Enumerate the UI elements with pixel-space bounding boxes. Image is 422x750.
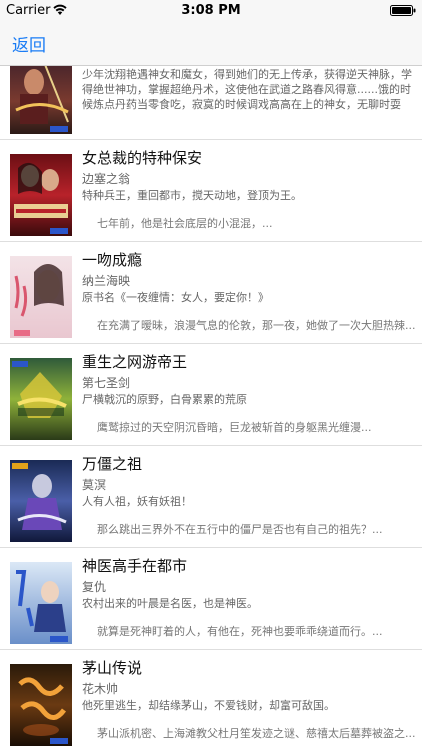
book-cover-image bbox=[10, 562, 72, 644]
book-title: 一吻成瘾 bbox=[82, 251, 143, 269]
book-list-item[interactable]: 重生之网游帝王第七圣剑尸横戟沉的原野，白骨累累的荒原鹰鹫掠过的天空阴沉昏暗，巨龙… bbox=[0, 344, 422, 446]
book-description: 原书名《一夜缠情：女人，要定你！》 bbox=[82, 291, 269, 304]
book-list-item[interactable]: 茅山传说花木帅他死里逃生，却结缘茅山，不爱钱财，却富可敌国。茅山派机密、上海滩教… bbox=[0, 650, 422, 750]
book-author: 纳兰海映 bbox=[82, 274, 131, 288]
book-excerpt: 在充满了暧昧，浪漫气息的伦敦，那一夜，她做了一次大胆热辣... bbox=[97, 319, 416, 332]
book-author: 复仇 bbox=[82, 580, 107, 594]
book-cover-image bbox=[10, 154, 72, 236]
book-author: 花木帅 bbox=[82, 682, 119, 696]
book-title: 茅山传说 bbox=[82, 659, 143, 677]
book-cover-image bbox=[10, 256, 72, 338]
book-cover-image bbox=[10, 66, 72, 134]
book-excerpt: 七年前，他是社会底层的小混混，... bbox=[97, 217, 273, 230]
book-description: 尸横戟沉的原野，白骨累累的荒原 bbox=[82, 393, 247, 406]
book-cover-image bbox=[10, 664, 72, 746]
status-bar: Carrier 3:08 PM bbox=[0, 0, 422, 22]
book-title: 神医高手在都市 bbox=[82, 557, 188, 575]
book-description: 少年沈翔艳遇神女和魔女，得到她们的无上传承，获得逆天神脉，学得绝世神功，掌握超绝… bbox=[82, 68, 412, 111]
book-author: 莫溟 bbox=[82, 478, 107, 492]
clock-label: 3:08 PM bbox=[181, 3, 241, 18]
book-description: 特种兵王，重回都市，搅天动地，登顶为王。 bbox=[82, 189, 302, 202]
book-list-item[interactable]: 女总裁的特种保安边塞之翁特种兵王，重回都市，搅天动地，登顶为王。七年前，他是社会… bbox=[0, 140, 422, 242]
navigation-bar: 返回 bbox=[0, 22, 422, 66]
book-title: 重生之网游帝王 bbox=[82, 353, 188, 371]
book-cover-image bbox=[10, 460, 72, 542]
book-author: 第七圣剑 bbox=[82, 376, 131, 390]
book-title: 女总裁的特种保安 bbox=[82, 149, 203, 167]
book-excerpt: 那么跳出三界外不在五行中的僵尸是否也有自己的祖先？... bbox=[97, 523, 383, 536]
battery-icon bbox=[390, 5, 416, 16]
book-cover-image bbox=[10, 358, 72, 440]
book-list-item[interactable]: 一吻成瘾纳兰海映原书名《一夜缠情：女人，要定你！》在充满了暧昧，浪漫气息的伦敦，… bbox=[0, 242, 422, 344]
back-button[interactable]: 返回 bbox=[12, 31, 46, 56]
book-description: 农村出来的叶晨是名医，也是神医。 bbox=[82, 597, 258, 610]
book-excerpt: 鹰鹫掠过的天空阴沉昏暗，巨龙被斩首的身躯黑光缠漫... bbox=[97, 421, 372, 434]
book-list-item[interactable]: 万僵之祖莫溟人有人祖，妖有妖祖！ 那么跳出三界外不在五行中的僵尸是否也有自己的祖先… bbox=[0, 446, 422, 548]
book-list-item[interactable]: 傲世丹神寂小贼少年沈翔艳遇神女和魔女，得到她们的无上传承，获得逆天神脉，学得绝世… bbox=[0, 66, 422, 140]
book-description: 人有人祖，妖有妖祖！ bbox=[82, 495, 192, 508]
book-list-item[interactable]: 神医高手在都市复仇农村出来的叶晨是名医，也是神医。就算是死神盯着的人，有他在，死… bbox=[0, 548, 422, 650]
book-list[interactable]: 傲世丹神寂小贼少年沈翔艳遇神女和魔女，得到她们的无上传承，获得逆天神脉，学得绝世… bbox=[0, 66, 422, 750]
book-excerpt: 茅山派机密、上海滩教父杜月笙发迹之谜、慈禧太后墓葬被盗之... bbox=[97, 727, 416, 740]
book-author: 边塞之翁 bbox=[82, 172, 131, 186]
book-excerpt: 就算是死神盯着的人，有他在，死神也要乖乖绕道而行。... bbox=[97, 625, 383, 638]
book-description: 他死里逃生，却结缘茅山，不爱钱财，却富可敌国。 bbox=[82, 699, 335, 712]
book-title: 万僵之祖 bbox=[82, 455, 143, 473]
